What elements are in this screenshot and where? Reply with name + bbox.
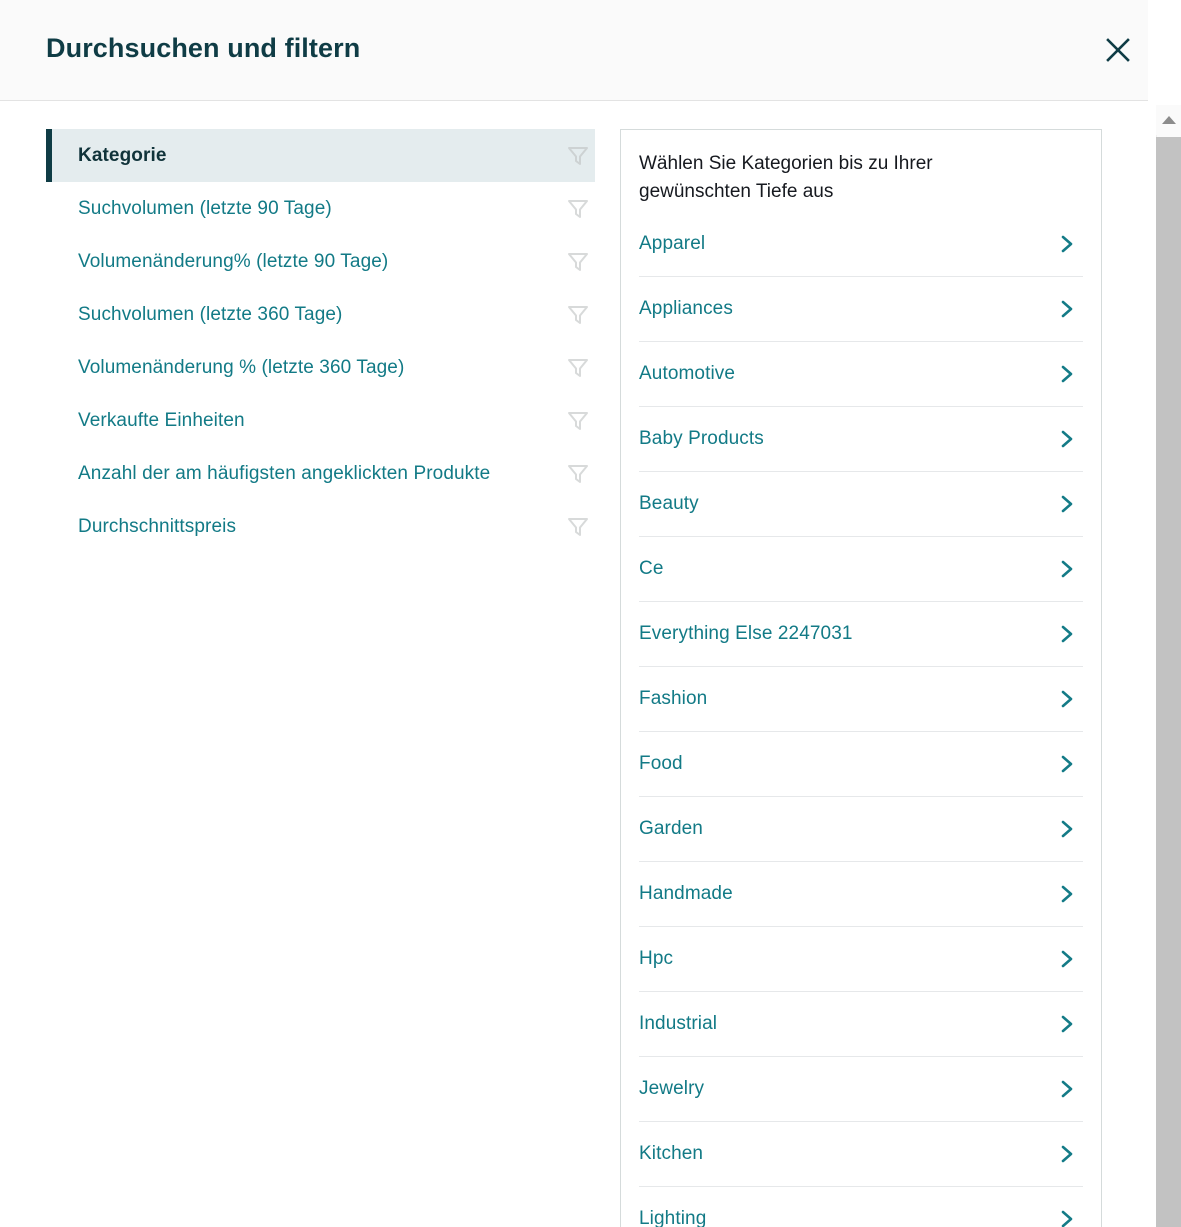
filter-funnel-icon[interactable] [563,141,593,171]
attribute-row-kategorie[interactable]: Kategorie [46,129,595,182]
attribute-row-suchvolumen-360[interactable]: Suchvolumen (letzte 360 Tage) [46,288,595,341]
category-label: Industrial [639,1013,718,1034]
category-row-automotive[interactable]: Automotive [639,342,1083,407]
browse-and-filter-modal: Durchsuchen und filtern Kategorie Suchvo… [0,0,1148,1227]
category-row-baby-products[interactable]: Baby Products [639,407,1083,472]
category-label: Everything Else 2247031 [639,623,853,644]
triangle-up-icon [1161,114,1177,126]
chevron-right-icon [1055,882,1079,906]
category-label: Hpc [639,948,674,969]
close-button[interactable] [1098,30,1138,70]
category-label: Jewelry [639,1078,705,1099]
category-row-everything-else[interactable]: Everything Else 2247031 [639,602,1083,667]
chevron-right-icon [1055,557,1079,581]
attribute-label: Durchschnittspreis [78,515,237,537]
chevron-right-icon [1055,1142,1079,1166]
chevron-right-icon [1055,1207,1079,1227]
chevron-right-icon [1055,817,1079,841]
page-title: Durchsuchen und filtern [46,33,361,63]
category-label: Kitchen [639,1143,704,1164]
modal-header: Durchsuchen und filtern [0,0,1148,101]
chevron-right-icon [1055,1077,1079,1101]
filter-funnel-icon[interactable] [563,406,593,436]
filter-funnel-icon[interactable] [563,194,593,224]
category-instruction-text: Wählen Sie Kategorien bis zu Ihrer gewün… [639,153,933,202]
category-label: Apparel [639,233,706,254]
chevron-right-icon [1055,1012,1079,1036]
filter-funnel-icon[interactable] [563,353,593,383]
category-label: Appliances [639,298,733,319]
category-row-fashion[interactable]: Fashion [639,667,1083,732]
filter-funnel-icon[interactable] [563,512,593,542]
category-row-apparel[interactable]: Apparel [639,212,1083,277]
category-label: Garden [639,818,703,839]
filter-funnel-icon[interactable] [563,459,593,489]
attribute-label: Volumenänderung % (letzte 360 Tage) [78,356,405,378]
category-label: Fashion [639,688,708,709]
chevron-right-icon [1055,947,1079,971]
chevron-right-icon [1055,622,1079,646]
chevron-right-icon [1055,297,1079,321]
category-label: Handmade [639,883,733,904]
attribute-label: Volumenänderung% (letzte 90 Tage) [78,250,389,272]
attribute-label: Suchvolumen (letzte 360 Tage) [78,303,343,325]
category-picker-card: Wählen Sie Kategorien bis zu Ihrer gewün… [620,129,1102,1227]
category-label: Beauty [639,493,699,514]
category-row-industrial[interactable]: Industrial [639,992,1083,1057]
category-row-food[interactable]: Food [639,732,1083,797]
category-row-garden[interactable]: Garden [639,797,1083,862]
chevron-right-icon [1055,362,1079,386]
attribute-label: Suchvolumen (letzte 90 Tage) [78,197,332,219]
chevron-right-icon [1055,232,1079,256]
category-label: Food [639,753,683,774]
category-row-ce[interactable]: Ce [639,537,1083,602]
scrollbar-up-button[interactable] [1156,105,1181,135]
attribute-filter-list: Kategorie Suchvolumen (letzte 90 Tage) V… [46,129,595,553]
attribute-label: Kategorie [78,144,167,166]
chevron-right-icon [1055,687,1079,711]
category-row-handmade[interactable]: Handmade [639,862,1083,927]
attribute-row-durchschnittspreis[interactable]: Durchschnittspreis [46,500,595,553]
chevron-right-icon [1055,752,1079,776]
category-label: Automotive [639,363,736,384]
scrollbar-thumb[interactable] [1156,137,1181,1227]
close-icon [1104,36,1132,64]
filter-funnel-icon[interactable] [563,247,593,277]
attribute-row-volumenaenderung-360[interactable]: Volumenänderung % (letzte 360 Tage) [46,341,595,394]
category-row-appliances[interactable]: Appliances [639,277,1083,342]
attribute-row-angeklickte-produkte[interactable]: Anzahl der am häufigsten angeklickten Pr… [46,447,595,500]
chevron-right-icon [1055,427,1079,451]
chevron-right-icon [1055,492,1079,516]
attribute-row-volumenaenderung-90[interactable]: Volumenänderung% (letzte 90 Tage) [46,235,595,288]
page-scrollbar[interactable] [1148,0,1181,1227]
category-row-kitchen[interactable]: Kitchen [639,1122,1083,1187]
modal-body: Kategorie Suchvolumen (letzte 90 Tage) V… [0,101,1148,1227]
category-label: Ce [639,558,664,579]
attribute-row-verkaufte-einheiten[interactable]: Verkaufte Einheiten [46,394,595,447]
category-row-hpc[interactable]: Hpc [639,927,1083,992]
attribute-label: Verkaufte Einheiten [78,409,245,431]
category-label: Lighting [639,1208,707,1227]
category-row-lighting[interactable]: Lighting [639,1187,1083,1227]
category-label: Baby Products [639,428,764,449]
attribute-label: Anzahl der am häufigsten angeklickten Pr… [78,462,491,484]
category-row-jewelry[interactable]: Jewelry [639,1057,1083,1122]
filter-funnel-icon[interactable] [563,300,593,330]
attribute-row-suchvolumen-90[interactable]: Suchvolumen (letzte 90 Tage) [46,182,595,235]
category-row-beauty[interactable]: Beauty [639,472,1083,537]
